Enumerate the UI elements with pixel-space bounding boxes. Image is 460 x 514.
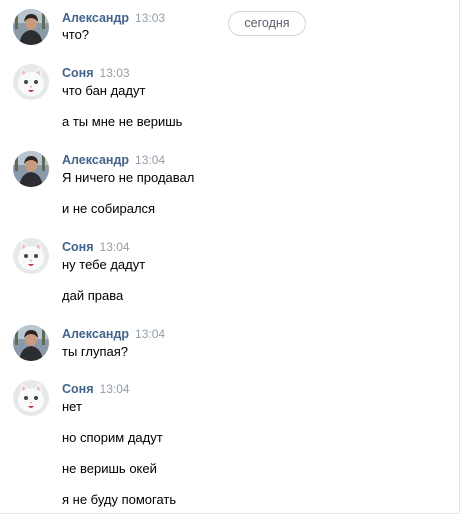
message-header: Соня 13:04 (62, 238, 130, 254)
author-name[interactable]: Соня (62, 382, 94, 396)
message-header: Александр 13:04 (62, 151, 165, 167)
author-name[interactable]: Соня (62, 66, 94, 80)
message-text: а ты мне не веришь (62, 114, 183, 129)
white-cat-avatar[interactable] (13, 238, 49, 274)
white-cat-avatar[interactable] (13, 64, 49, 100)
message-text: ну тебе дадут (62, 257, 146, 272)
message-text: нет (62, 399, 82, 414)
message-time[interactable]: 13:03 (135, 11, 165, 25)
message-time[interactable]: 13:04 (135, 153, 165, 167)
message-text: не веришь окей (62, 461, 157, 476)
message-text: ты глупая? (62, 344, 128, 359)
author-name[interactable]: Соня (62, 240, 94, 254)
message-text: я не буду помогать (62, 492, 177, 507)
man-photo-avatar[interactable] (13, 325, 49, 361)
message-text: что бан дадут (62, 83, 146, 98)
message-time[interactable]: 13:03 (100, 66, 130, 80)
author-name[interactable]: Александр (62, 153, 129, 167)
message-header: Соня 13:04 (62, 380, 130, 396)
chat-history: сегодня Александр 13:03 что? Соня 13:03 … (0, 0, 460, 514)
message-header: Александр 13:03 (62, 9, 165, 25)
white-cat-avatar[interactable] (13, 380, 49, 416)
message-group: Соня 13:04 нет но спорим дадут не веришь … (13, 380, 433, 510)
message-text: Я ничего не продавал (62, 170, 195, 185)
message-text: но спорим дадут (62, 430, 163, 445)
message-group: Александр 13:04 ты глупая? (13, 325, 433, 361)
message-group: Александр 13:03 что? (13, 9, 433, 45)
message-time[interactable]: 13:04 (135, 327, 165, 341)
message-header: Александр 13:04 (62, 325, 165, 341)
message-text: дай права (62, 288, 124, 303)
man-photo-avatar[interactable] (13, 151, 49, 187)
author-name[interactable]: Александр (62, 11, 129, 25)
message-time[interactable]: 13:04 (100, 240, 130, 254)
message-header: Соня 13:03 (62, 64, 130, 80)
message-text: и не собирался (62, 201, 156, 216)
message-group: Соня 13:04 ну тебе дадут дай права (13, 238, 433, 306)
message-text: что? (62, 27, 90, 42)
message-group: Соня 13:03 что бан дадут а ты мне не вери… (13, 64, 433, 132)
man-photo-avatar[interactable] (13, 9, 49, 45)
message-group: Александр 13:04 Я ничего не продавал и не… (13, 151, 433, 219)
author-name[interactable]: Александр (62, 327, 129, 341)
message-time[interactable]: 13:04 (100, 382, 130, 396)
